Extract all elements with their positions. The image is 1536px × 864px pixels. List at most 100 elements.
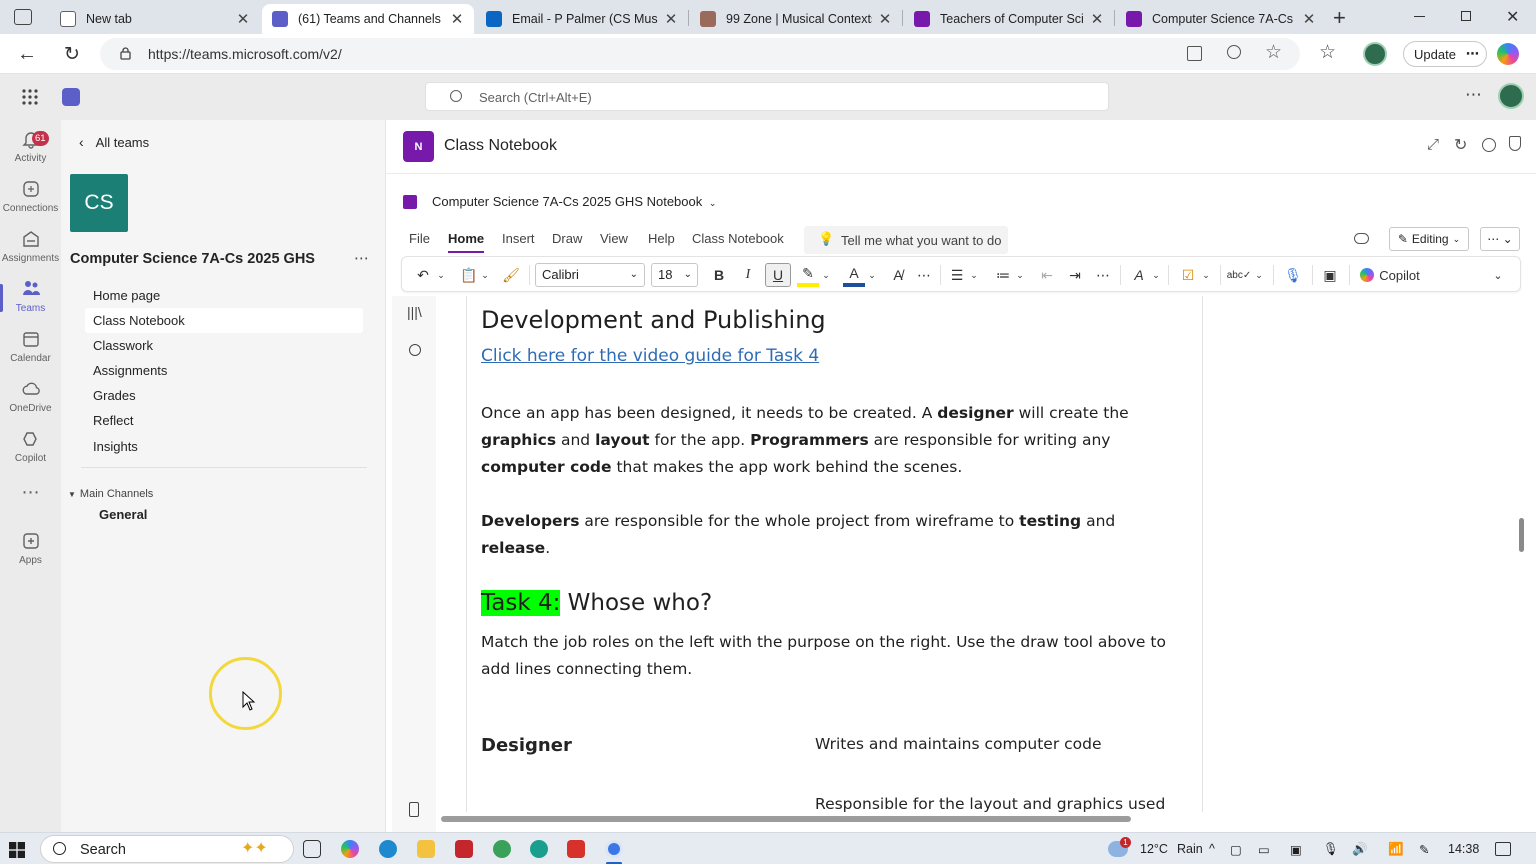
main-channels-toggle[interactable]: ▼ Main Channels	[68, 488, 153, 500]
back-arrow-icon[interactable]: ←	[15, 42, 39, 66]
ribbon-more-button[interactable]: ⋯ ⌄	[1480, 227, 1520, 251]
more-font-options-icon[interactable]: ⋯	[913, 263, 935, 287]
notebook-name-dropdown[interactable]: Computer Science 7A-Cs 2025 GHS Notebook…	[432, 194, 716, 209]
weather-desc[interactable]: Rain	[1177, 842, 1203, 856]
tab-teachers[interactable]: Teachers of Computer Science ✕	[904, 4, 1114, 34]
file-explorer-icon[interactable]	[417, 840, 435, 858]
rail-apps[interactable]: Apps	[0, 530, 61, 566]
nav-class-notebook[interactable]: Class Notebook	[85, 308, 363, 333]
font-size-select[interactable]: 18 ⌄	[651, 263, 698, 287]
favorites-icon[interactable]: ☆	[1319, 41, 1336, 64]
menu-home[interactable]: Home	[448, 231, 485, 253]
menu-view[interactable]: View	[600, 231, 628, 246]
chrome-icon[interactable]	[605, 840, 623, 858]
chevron-down-icon[interactable]: ⌄	[1199, 263, 1213, 287]
tab-actions-icon[interactable]	[14, 9, 32, 25]
notebook-page[interactable]: Development and Publishing Click here fo…	[466, 296, 1203, 812]
expand-icon[interactable]: ⤢	[1427, 136, 1439, 153]
microphone-icon[interactable]: 🎙	[1323, 842, 1339, 857]
close-icon[interactable]: ✕	[878, 10, 892, 28]
chevron-down-icon[interactable]: ⌄	[1013, 263, 1027, 287]
format-painter-icon[interactable]: 🖌	[500, 263, 522, 287]
close-icon[interactable]: ✕	[1302, 10, 1316, 28]
menu-file[interactable]: File	[409, 231, 430, 246]
menu-draw[interactable]: Draw	[552, 231, 582, 246]
nav-assignments[interactable]: Assignments	[85, 358, 363, 383]
nav-classwork[interactable]: Classwork	[85, 333, 363, 358]
wifi-icon[interactable]: 📶	[1388, 842, 1404, 857]
nav-insights[interactable]: Insights	[85, 434, 363, 459]
app-launcher-icon[interactable]	[21, 88, 39, 106]
increase-indent-icon[interactable]: ⇥	[1064, 263, 1086, 287]
chevron-down-icon[interactable]: ⌄	[1149, 263, 1163, 287]
teams-search-input[interactable]: Search (Ctrl+Alt+E)	[425, 82, 1109, 111]
copilot-icon[interactable]	[1497, 43, 1519, 65]
more-paragraph-icon[interactable]: ⋯	[1092, 263, 1114, 287]
rail-teams[interactable]: Teams	[0, 278, 61, 314]
globe-icon[interactable]	[1482, 138, 1496, 152]
app-red-icon[interactable]	[455, 840, 473, 858]
more-options-icon[interactable]: ⋯	[1465, 85, 1482, 105]
tell-me-search[interactable]: 💡 Tell me what you want to do	[804, 226, 1008, 254]
chevron-down-icon[interactable]: ⌄	[865, 263, 879, 287]
tab-teams[interactable]: (61) Teams and Channels | General ✕	[262, 4, 474, 34]
styles-icon[interactable]: A	[1128, 263, 1150, 287]
chevron-down-icon[interactable]: ⌄	[434, 263, 448, 287]
pen-icon[interactable]: ✎	[1419, 842, 1429, 857]
chevron-down-icon[interactable]: ⌄	[819, 263, 833, 287]
immersive-reader-icon[interactable]: ▣	[1319, 263, 1341, 287]
menu-help[interactable]: Help	[648, 231, 675, 246]
favorite-star-icon[interactable]: ☆	[1265, 41, 1282, 64]
profile-avatar[interactable]	[1363, 42, 1387, 66]
app-available-icon[interactable]	[1187, 46, 1202, 61]
decrease-indent-icon[interactable]: ⇤	[1036, 263, 1058, 287]
shield-icon[interactable]	[1509, 136, 1521, 151]
editing-mode-button[interactable]: ✎ Editing ⌄	[1389, 227, 1469, 251]
bold-icon[interactable]: B	[708, 263, 730, 287]
chevron-down-icon[interactable]: ⌄	[1252, 263, 1266, 287]
clock-time[interactable]: 14:38	[1448, 842, 1479, 856]
close-icon[interactable]: ✕	[450, 10, 464, 28]
notification-center-icon[interactable]	[1495, 842, 1511, 856]
tab-email[interactable]: Email - P Palmer (CS Music) ✕	[476, 4, 688, 34]
copilot-button[interactable]: Copilot	[1357, 263, 1423, 287]
tray-monitor-icon[interactable]: ▣	[1290, 842, 1302, 857]
battery-icon[interactable]: ▭	[1258, 842, 1270, 857]
font-family-select[interactable]: Calibri ⌄	[535, 263, 645, 287]
copilot-app-icon[interactable]	[341, 840, 359, 858]
zoom-icon[interactable]	[1227, 45, 1241, 59]
tray-app-icon[interactable]: ▢	[1230, 842, 1242, 857]
chevron-down-icon[interactable]: ⌄	[967, 263, 981, 287]
tag-icon[interactable]: ☑	[1177, 263, 1199, 287]
rail-copilot[interactable]: Copilot	[0, 428, 61, 464]
tab-99zone[interactable]: 99 Zone | Musical Contexts ✕	[690, 4, 902, 34]
address-bar[interactable]: https://teams.microsoft.com/v2/ ☆	[100, 38, 1300, 70]
italic-icon[interactable]: I	[737, 263, 759, 287]
dictate-microphone-icon[interactable]: 🎙	[1282, 263, 1304, 287]
refresh-icon[interactable]: ↻	[1454, 135, 1467, 155]
library-icon[interactable]: |||\	[407, 304, 422, 320]
new-tab-plus-icon[interactable]: +	[1333, 5, 1346, 31]
all-teams-link[interactable]: ‹ All teams	[79, 134, 149, 150]
horizontal-scrollbar[interactable]	[441, 816, 1131, 822]
edge-profile-icon[interactable]	[530, 840, 548, 858]
collapse-ribbon-icon[interactable]: ⌄	[1487, 263, 1509, 287]
acrobat-icon[interactable]	[567, 840, 585, 858]
refresh-icon[interactable]: ↻	[60, 42, 84, 66]
close-icon[interactable]: ✕	[664, 10, 678, 28]
numbering-icon[interactable]: ≔	[992, 263, 1014, 287]
video-guide-link[interactable]: Click here for the video guide for Task …	[481, 346, 819, 366]
chevron-up-icon[interactable]: ^	[1209, 842, 1215, 856]
minimize-icon[interactable]	[1414, 16, 1425, 17]
edge-icon[interactable]	[379, 840, 397, 858]
rail-assignments[interactable]: Assignments	[0, 228, 61, 264]
more-icon[interactable]: ⋯	[1466, 46, 1479, 62]
spelling-icon[interactable]: abc✓	[1227, 263, 1252, 287]
restore-icon[interactable]	[1461, 11, 1471, 21]
nav-home-page[interactable]: Home page	[85, 283, 363, 308]
rail-onedrive[interactable]: OneDrive	[0, 378, 61, 414]
update-button[interactable]: Update ⋯	[1403, 41, 1487, 67]
highlight-icon[interactable]: ✎	[797, 263, 819, 287]
sync-status-icon[interactable]	[1354, 233, 1369, 244]
windows-start-icon[interactable]	[9, 842, 25, 858]
